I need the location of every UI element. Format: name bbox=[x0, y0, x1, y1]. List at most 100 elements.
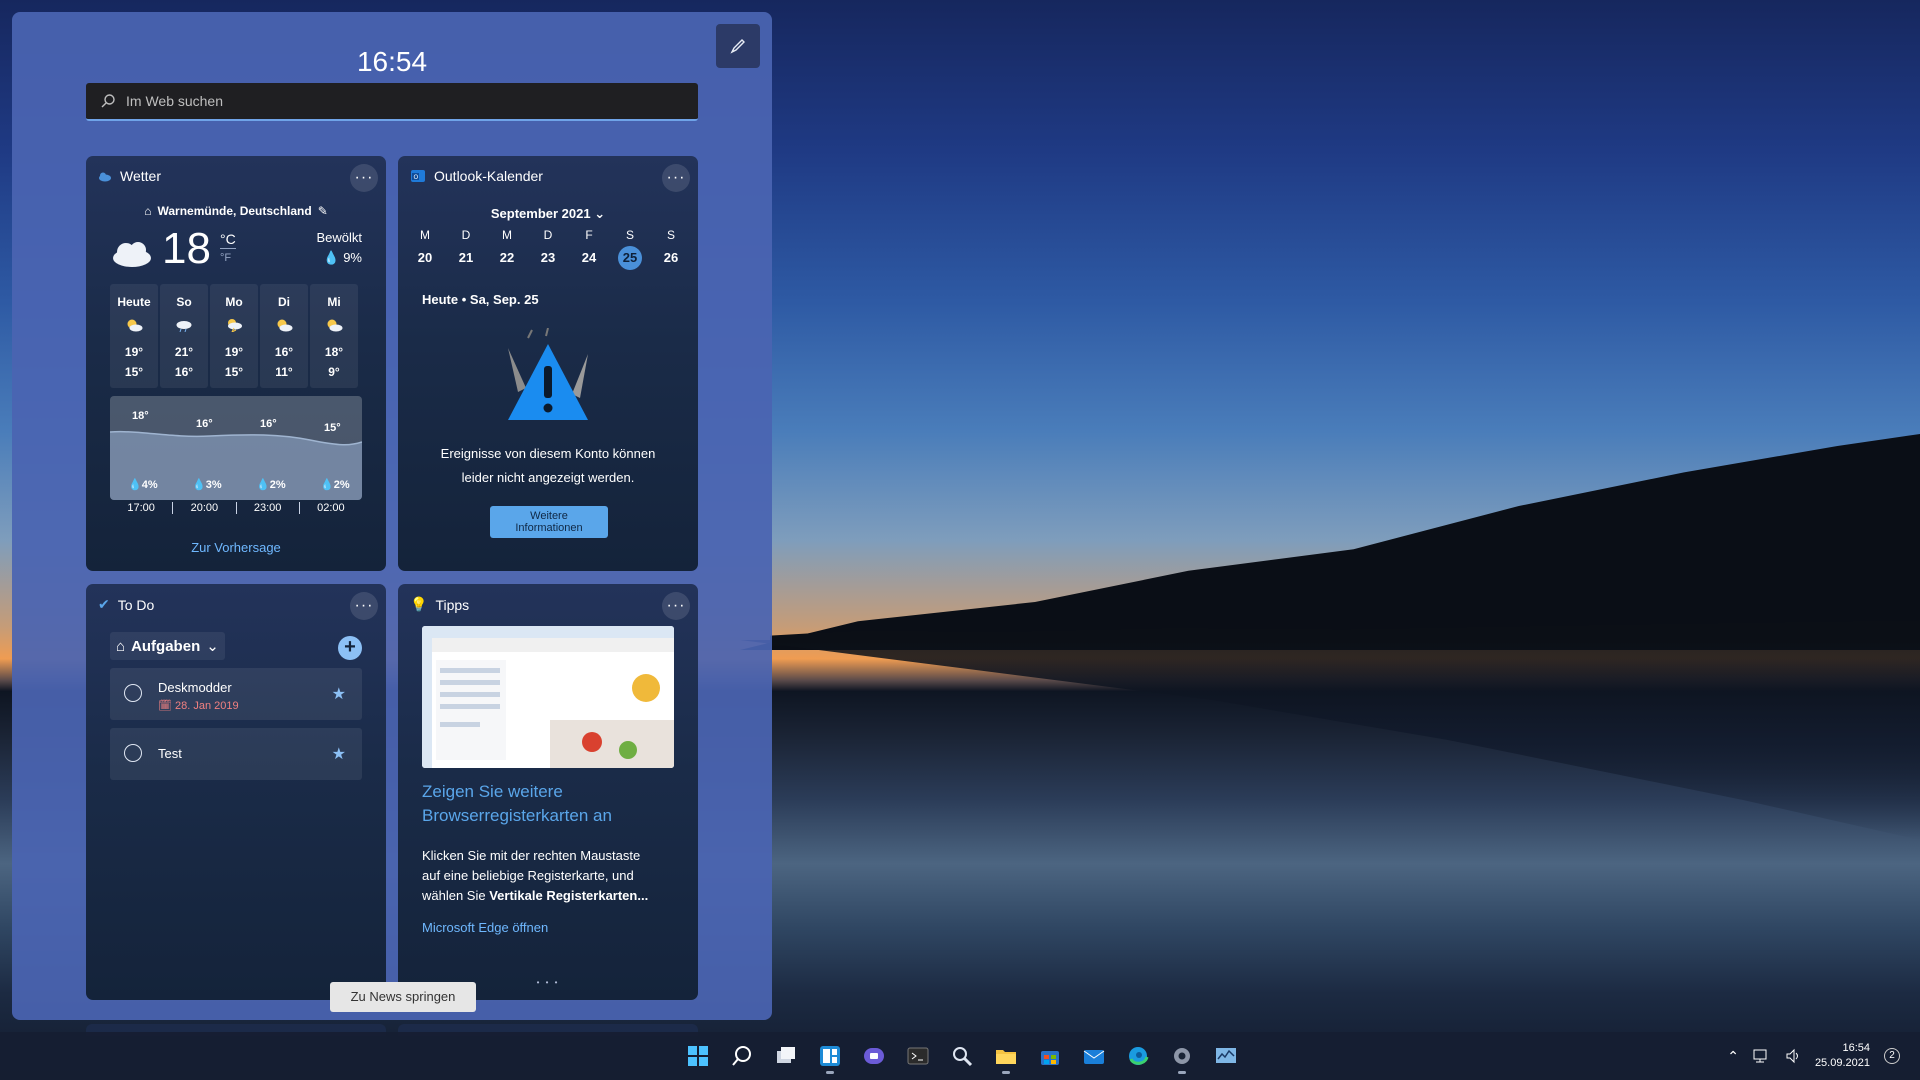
jump-to-news-tooltip[interactable]: Zu News springen bbox=[330, 982, 476, 1012]
calendar-date[interactable]: 24 bbox=[574, 246, 604, 270]
web-search-input[interactable]: Im Web suchen bbox=[86, 83, 698, 121]
calendar-date[interactable]: 21 bbox=[451, 246, 481, 270]
todo-item[interactable]: Test ★ bbox=[110, 728, 362, 780]
forecast-day[interactable]: Di 16° 11° bbox=[260, 284, 308, 388]
weekday: S bbox=[625, 228, 634, 242]
search-icon[interactable] bbox=[720, 1036, 764, 1076]
resource-monitor-icon[interactable] bbox=[1204, 1036, 1248, 1076]
star-icon[interactable]: ★ bbox=[332, 684, 346, 704]
day-high: 16° bbox=[274, 345, 294, 359]
open-edge-link[interactable]: Microsoft Edge öffnen bbox=[422, 920, 548, 935]
widgets-icon[interactable] bbox=[808, 1036, 852, 1076]
todo-list-selector[interactable]: ⌂ Aufgaben ⌄ bbox=[110, 632, 225, 660]
windows-start-icon[interactable] bbox=[676, 1036, 720, 1076]
network-icon[interactable] bbox=[1753, 1048, 1771, 1064]
partly-cloudy-icon bbox=[260, 318, 308, 342]
todo-more-button[interactable]: ··· bbox=[350, 592, 378, 620]
tips-more-button[interactable]: ··· bbox=[662, 592, 690, 620]
todo-item-date: 🗓 28. Jan 2019 bbox=[158, 699, 239, 712]
weekday: D bbox=[543, 228, 553, 242]
warning-illustration-icon bbox=[508, 328, 588, 420]
calendar-date[interactable]: 20 bbox=[410, 246, 440, 270]
hourly-precip: 💧2% bbox=[256, 479, 286, 491]
calendar-error-line2: leider nicht angezeigt werden. bbox=[461, 470, 635, 485]
hourly-precip-value: 2% bbox=[333, 479, 350, 491]
home-icon: ⌂ bbox=[144, 204, 152, 218]
chevron-up-icon[interactable]: ⌃ bbox=[1727, 1048, 1739, 1065]
forecast-day[interactable]: Mi 18° 9° bbox=[310, 284, 358, 388]
edit-pencil-icon[interactable]: ✎ bbox=[318, 204, 328, 218]
browser-preview-illustration bbox=[422, 626, 674, 768]
day-low: 11° bbox=[275, 365, 293, 379]
tip-body-line3: wählen Sie Vertikale Registerkarten... bbox=[422, 886, 674, 906]
tips-widget[interactable]: 💡 Tipps ··· Zeigen Sie weitere Browserre… bbox=[398, 584, 698, 1000]
forecast-day[interactable]: Mo 19° 15° bbox=[210, 284, 258, 388]
mail-icon[interactable] bbox=[1072, 1036, 1116, 1076]
unit-celsius[interactable]: °C bbox=[220, 231, 236, 247]
volume-icon[interactable] bbox=[1785, 1048, 1801, 1064]
notification-badge[interactable]: 2 bbox=[1884, 1048, 1900, 1064]
calendar-month-selector[interactable]: September 2021 ⌄ bbox=[398, 206, 698, 222]
weekday-row: M D M D F S S bbox=[410, 228, 686, 242]
hourly-temp: 16° bbox=[196, 418, 213, 430]
edge-tabs-screenshot[interactable] bbox=[422, 626, 674, 768]
day-low: 16° bbox=[174, 365, 194, 379]
cloudy-rain-icon bbox=[160, 318, 208, 342]
calendar-date-selected[interactable]: 25 bbox=[618, 246, 642, 270]
weather-widget[interactable]: Wetter ··· ⌂ Warnemünde, Deutschland ✎ 1… bbox=[86, 156, 386, 571]
system-tray: ⌃ 16:54 25.09.2021 2 bbox=[1727, 1032, 1900, 1080]
hourly-precip: 💧2% bbox=[320, 479, 350, 491]
todo-item[interactable]: Deskmodder 🗓 28. Jan 2019 ★ bbox=[110, 668, 362, 720]
forecast-day[interactable]: Heute 19° 15° bbox=[110, 284, 158, 388]
unit-fahrenheit[interactable]: °F bbox=[220, 248, 236, 267]
outlook-calendar-widget[interactable]: O Outlook-Kalender ··· September 2021 ⌄ … bbox=[398, 156, 698, 571]
edge-icon[interactable] bbox=[1116, 1036, 1160, 1076]
day-name: Mi bbox=[327, 295, 341, 309]
calendar-title: Outlook-Kalender bbox=[434, 168, 543, 184]
forecast-link[interactable]: Zur Vorhersage bbox=[86, 540, 386, 555]
todo-widget[interactable]: ✔ To Do ··· ⌂ Aufgaben ⌄ + Deskmodder 🗓 … bbox=[86, 584, 386, 1000]
weather-more-button[interactable]: ··· bbox=[350, 164, 378, 192]
panel-clock: 16:54 bbox=[356, 46, 428, 77]
date-row: 20 21 22 23 24 25 26 bbox=[410, 242, 686, 270]
weather-daily-forecast: Heute 19° 15° So 21° 16° Mo 19° 15° Di 1… bbox=[110, 284, 358, 388]
weather-precip-value: 9% bbox=[343, 250, 362, 265]
forecast-day[interactable]: So 21° 16° bbox=[160, 284, 208, 388]
store-icon[interactable] bbox=[1028, 1036, 1072, 1076]
tip-body-line3-bold: Vertikale Registerkarten... bbox=[489, 888, 649, 903]
terminal-icon[interactable] bbox=[896, 1036, 940, 1076]
star-icon[interactable]: ★ bbox=[332, 744, 346, 764]
weather-location[interactable]: ⌂ Warnemünde, Deutschland ✎ bbox=[86, 204, 386, 218]
tip-headline[interactable]: Zeigen Sie weitere Browserregisterkarten… bbox=[422, 780, 674, 828]
task-complete-checkbox[interactable] bbox=[124, 744, 142, 762]
calendar-date[interactable]: 22 bbox=[492, 246, 522, 270]
chevron-down-icon: ⌄ bbox=[594, 206, 606, 221]
hourly-times: 17:00 20:00 23:00 02:00 bbox=[110, 502, 362, 514]
tip-body: Klicken Sie mit der rechten Maustaste au… bbox=[422, 846, 674, 906]
task-complete-checkbox[interactable] bbox=[124, 684, 142, 702]
calendar-more-button[interactable]: ··· bbox=[662, 164, 690, 192]
day-name: Heute bbox=[117, 295, 151, 309]
weather-unit-toggle[interactable]: °C °F bbox=[220, 230, 236, 267]
tray-clock[interactable]: 16:54 25.09.2021 bbox=[1815, 1041, 1870, 1071]
file-explorer-icon[interactable] bbox=[984, 1036, 1028, 1076]
weather-location-label: Warnemünde, Deutschland bbox=[157, 204, 312, 218]
personalize-button[interactable] bbox=[716, 24, 760, 68]
hourly-time: 23:00 bbox=[235, 502, 299, 514]
task-view-icon[interactable] bbox=[764, 1036, 808, 1076]
calendar-error-line1: Ereignisse von diesem Konto können bbox=[440, 446, 656, 461]
teams-chat-icon[interactable] bbox=[852, 1036, 896, 1076]
lightbulb-icon: 💡 bbox=[410, 596, 428, 612]
more-info-line2: Informationen bbox=[515, 522, 583, 534]
day-low: 9° bbox=[328, 365, 340, 379]
calendar-icon: 🗓 bbox=[158, 700, 172, 712]
calendar-date[interactable]: 23 bbox=[533, 246, 563, 270]
magnifier-icon[interactable] bbox=[940, 1036, 984, 1076]
settings-icon[interactable] bbox=[1160, 1036, 1204, 1076]
more-info-button[interactable]: Weitere Informationen bbox=[490, 506, 608, 538]
outlook-icon: O bbox=[411, 170, 425, 182]
add-task-button[interactable]: + bbox=[338, 636, 362, 660]
calendar-date[interactable]: 26 bbox=[656, 246, 686, 270]
weather-condition-text: Bewölkt bbox=[316, 230, 362, 245]
partly-cloudy-icon bbox=[110, 318, 158, 342]
